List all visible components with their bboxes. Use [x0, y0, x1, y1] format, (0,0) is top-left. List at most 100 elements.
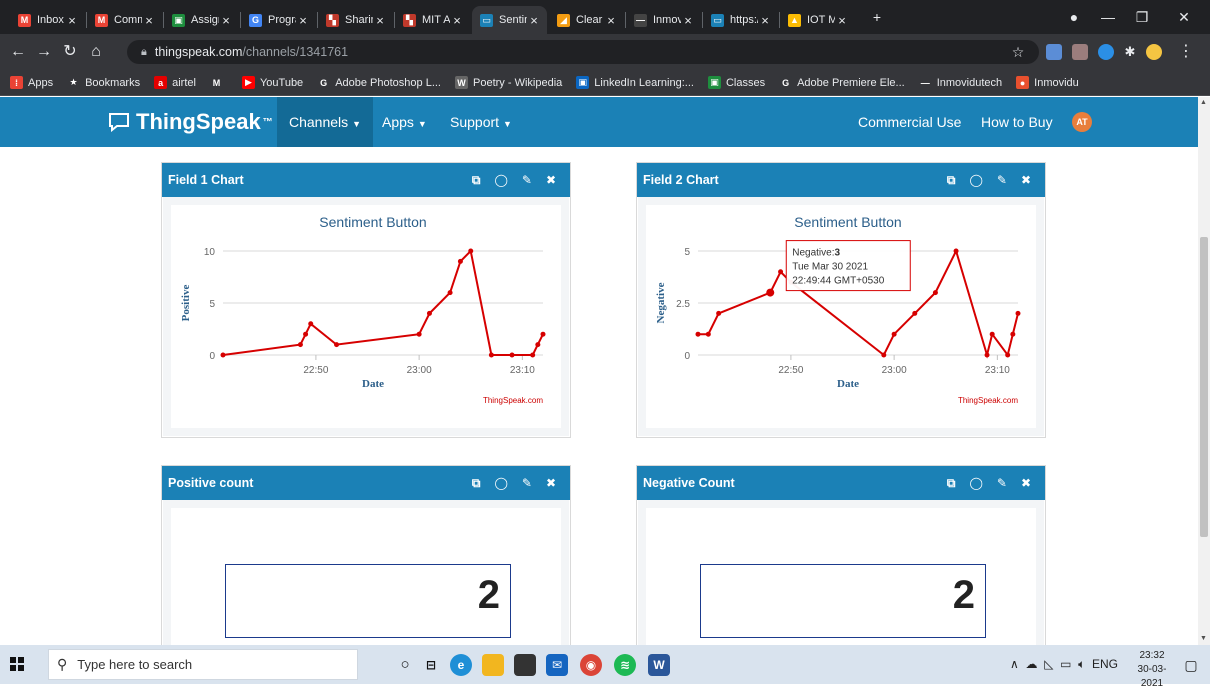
browser-tab[interactable]: ▲ IOT M ×: [780, 6, 855, 34]
spotify-icon[interactable]: ≋: [614, 654, 636, 676]
tab-close-icon[interactable]: ×: [65, 13, 79, 28]
open-external-icon[interactable]: ⧉: [472, 173, 481, 188]
thingspeak-logo[interactable]: ThingSpeak ™: [108, 109, 273, 135]
tab-close-icon[interactable]: ×: [527, 13, 541, 28]
bookmark-item[interactable]: ▶ YouTube: [241, 76, 303, 89]
browser-tab[interactable]: ◢ Clear ×: [549, 6, 624, 34]
volume-icon[interactable]: 🔈︎: [1078, 657, 1085, 671]
close-window-icon[interactable]: ✕: [1170, 9, 1198, 26]
taskbar-clock[interactable]: 23:32 30-03-2021: [1130, 649, 1174, 691]
bookmark-item[interactable]: G Adobe Photoshop L...: [317, 76, 441, 89]
comment-icon[interactable]: ◯: [969, 476, 982, 490]
browser-tab[interactable]: M Comm ×: [87, 6, 162, 34]
profile-emoji-icon[interactable]: [1146, 44, 1162, 60]
nav-how-to-buy[interactable]: How to Buy: [981, 97, 1053, 147]
open-external-icon[interactable]: ⧉: [947, 173, 956, 188]
forward-icon[interactable]: →: [34, 42, 54, 62]
tab-close-icon[interactable]: ×: [681, 13, 695, 28]
task-view-icon[interactable]: ⊟: [420, 654, 442, 676]
mail-icon[interactable]: ✉: [546, 654, 568, 676]
tab-close-icon[interactable]: ×: [296, 13, 310, 28]
tray-chevron-icon[interactable]: ∧: [1010, 657, 1019, 671]
extension-icon[interactable]: [1046, 44, 1062, 60]
language-indicator[interactable]: ENG: [1092, 657, 1118, 671]
edge-icon[interactable]: e: [450, 654, 472, 676]
tab-close-icon[interactable]: ×: [604, 13, 618, 28]
browser-tab[interactable]: ▭ Sentim×: [472, 6, 547, 34]
bookmark-item[interactable]: ⁞ Apps: [10, 76, 53, 89]
home-icon[interactable]: ⌂: [86, 42, 106, 62]
minimize-icon[interactable]: —: [1094, 9, 1122, 25]
open-external-icon[interactable]: ⧉: [472, 476, 481, 491]
word-icon[interactable]: W: [648, 654, 670, 676]
browser-menu-icon[interactable]: ⋮: [1176, 42, 1196, 62]
system-tray[interactable]: ∧ ☁ ◺ ▭ 🔈︎ ENG: [1010, 657, 1118, 672]
chart-title: Sentiment Button: [319, 214, 426, 230]
bookmark-item[interactable]: W Poetry - Wikipedia: [455, 76, 562, 89]
tab-close-icon[interactable]: ×: [373, 13, 387, 28]
store-icon[interactable]: [514, 654, 536, 676]
edit-pencil-icon[interactable]: ✎: [997, 173, 1007, 187]
new-tab-button[interactable]: +: [863, 9, 891, 25]
extensions-puzzle-icon[interactable]: ✱: [1120, 42, 1140, 62]
scroll-up-icon[interactable]: ▲: [1200, 99, 1207, 106]
bookmark-item[interactable]: — Inmovidutech: [918, 76, 1002, 89]
taskbar-search-box[interactable]: ⚲ Type here to search: [48, 649, 358, 680]
browser-tab[interactable]: ▚ Sharin×: [318, 6, 393, 34]
scroll-down-icon[interactable]: ▼: [1200, 635, 1207, 642]
bookmark-item[interactable]: ★ Bookmarks: [67, 76, 140, 89]
bookmark-item[interactable]: ● Inmovidu: [1016, 76, 1079, 89]
browser-tab[interactable]: ▚ MIT A ×: [395, 6, 470, 34]
back-icon[interactable]: ←: [8, 42, 28, 62]
bookmark-item[interactable]: M: [209, 76, 228, 89]
comment-icon[interactable]: ◯: [969, 173, 982, 187]
tab-search-icon[interactable]: ●: [1060, 9, 1088, 25]
tab-close-icon[interactable]: ×: [450, 13, 464, 28]
bing-icon[interactable]: [1098, 44, 1114, 60]
browser-tab[interactable]: M Inbox (×: [10, 6, 85, 34]
tab-close-icon[interactable]: ×: [142, 13, 156, 28]
tab-close-icon[interactable]: ×: [219, 13, 233, 28]
close-icon[interactable]: ✖: [1021, 173, 1031, 187]
chrome-icon[interactable]: ◉: [580, 654, 602, 676]
comment-icon[interactable]: ◯: [494, 173, 507, 187]
onedrive-icon[interactable]: ☁: [1026, 657, 1038, 671]
address-bar[interactable]: 🔒︎ thingspeak.com/channels/1341761: [127, 40, 1039, 64]
bookmark-item[interactable]: ▣ LinkedIn Learning:...: [576, 76, 694, 89]
bookmark-item[interactable]: G Adobe Premiere Ele...: [779, 76, 905, 89]
close-icon[interactable]: ✖: [546, 173, 556, 187]
nav-support[interactable]: Support ▼: [450, 97, 512, 147]
open-external-icon[interactable]: ⧉: [947, 476, 956, 491]
nav-apps[interactable]: Apps ▼: [382, 97, 427, 147]
tab-close-icon[interactable]: ×: [835, 13, 849, 28]
edit-pencil-icon[interactable]: ✎: [997, 476, 1007, 490]
bookmark-item[interactable]: ▣ Classes: [707, 76, 765, 89]
reload-icon[interactable]: ↻: [60, 42, 80, 62]
windows-start-icon[interactable]: [10, 657, 24, 671]
scrollbar-thumb[interactable]: [1200, 237, 1208, 537]
restore-icon[interactable]: ❐: [1128, 9, 1156, 26]
cortana-icon[interactable]: ○: [394, 654, 416, 676]
edit-pencil-icon[interactable]: ✎: [522, 173, 532, 187]
network-icon[interactable]: ◺: [1044, 657, 1053, 671]
comment-icon[interactable]: ◯: [494, 476, 507, 490]
battery-icon[interactable]: ▭: [1060, 657, 1071, 671]
bookmark-star-icon[interactable]: ☆: [1008, 42, 1028, 62]
close-icon[interactable]: ✖: [546, 476, 556, 490]
bookmark-item[interactable]: a airtel: [154, 76, 196, 89]
close-icon[interactable]: ✖: [1021, 476, 1031, 490]
pocket-icon[interactable]: [1072, 44, 1088, 60]
browser-tab[interactable]: — Inmov ×: [626, 6, 701, 34]
page-scrollbar[interactable]: ▲ ▼: [1198, 97, 1210, 645]
notifications-icon[interactable]: ▢: [1180, 654, 1202, 676]
browser-tab[interactable]: G Progra×: [241, 6, 316, 34]
user-avatar[interactable]: AT: [1072, 112, 1092, 132]
browser-tab[interactable]: ▭ https:/×: [703, 6, 778, 34]
nav-commercial-use[interactable]: Commercial Use: [858, 97, 961, 147]
file-explorer-icon[interactable]: [482, 654, 504, 676]
nav-channels[interactable]: Channels ▼: [277, 97, 374, 147]
edit-pencil-icon[interactable]: ✎: [522, 476, 532, 490]
browser-tab[interactable]: ▣ Assign×: [164, 6, 239, 34]
tab-title: Clear: [576, 14, 603, 26]
tab-close-icon[interactable]: ×: [758, 13, 772, 28]
